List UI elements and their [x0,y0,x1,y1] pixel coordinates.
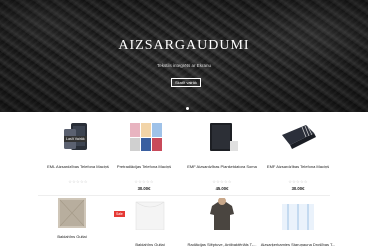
product-image[interactable] [200,198,244,230]
rating-stars: ☆☆☆☆☆ [68,179,88,184]
product-image[interactable] [276,198,320,230]
product-name[interactable]: Baldahīns Gultai [34,234,110,239]
rating-stars: ☆☆☆☆☆ [134,179,154,184]
product-image[interactable] [200,121,244,153]
rating-stars: ☆☆☆☆☆ [212,179,232,184]
hero-subtitle: Tekstils integrēts ar Ekranu [156,63,212,68]
slider-dot[interactable] [186,107,189,110]
product-name[interactable]: Pretradiācijas Telefona Maciņš [106,164,182,169]
product-image[interactable] [128,198,172,230]
product-name[interactable]: Aizsarķerkamies Staruņauna Drošības T... [260,242,336,247]
sale-badge: Sale [114,211,125,217]
hero-title: AIZSARGAUDUMI [118,38,250,53]
product-name[interactable]: EML Aizsardzības Telefona Maciņš [40,164,116,169]
product-image[interactable] [50,198,94,230]
product-price: 30.00€ [137,186,151,191]
product-image[interactable] [122,121,166,153]
row-divider [38,195,330,196]
rating-stars: ☆☆☆☆☆ [288,179,308,184]
hero-banner [0,0,368,112]
product-price: 30.00€ [291,186,305,191]
read-more-badge[interactable]: Lasīt Vairāk [64,136,87,142]
product-image[interactable] [276,121,320,153]
product-price: 45.00€ [215,186,229,191]
product-name[interactable]: EMF Aizsardzības Planšetdatora Soma [184,164,260,169]
product-name[interactable]: EMF Aizsardzības Telefona Maciņš [260,164,336,169]
product-name[interactable]: Baldahīns Gultai [112,242,188,247]
hero-more-button[interactable]: Skatīt vairāk [171,78,201,87]
product-name[interactable]: Radiācijas Slēptuve, Antibaktēriāls T-..… [184,242,260,247]
